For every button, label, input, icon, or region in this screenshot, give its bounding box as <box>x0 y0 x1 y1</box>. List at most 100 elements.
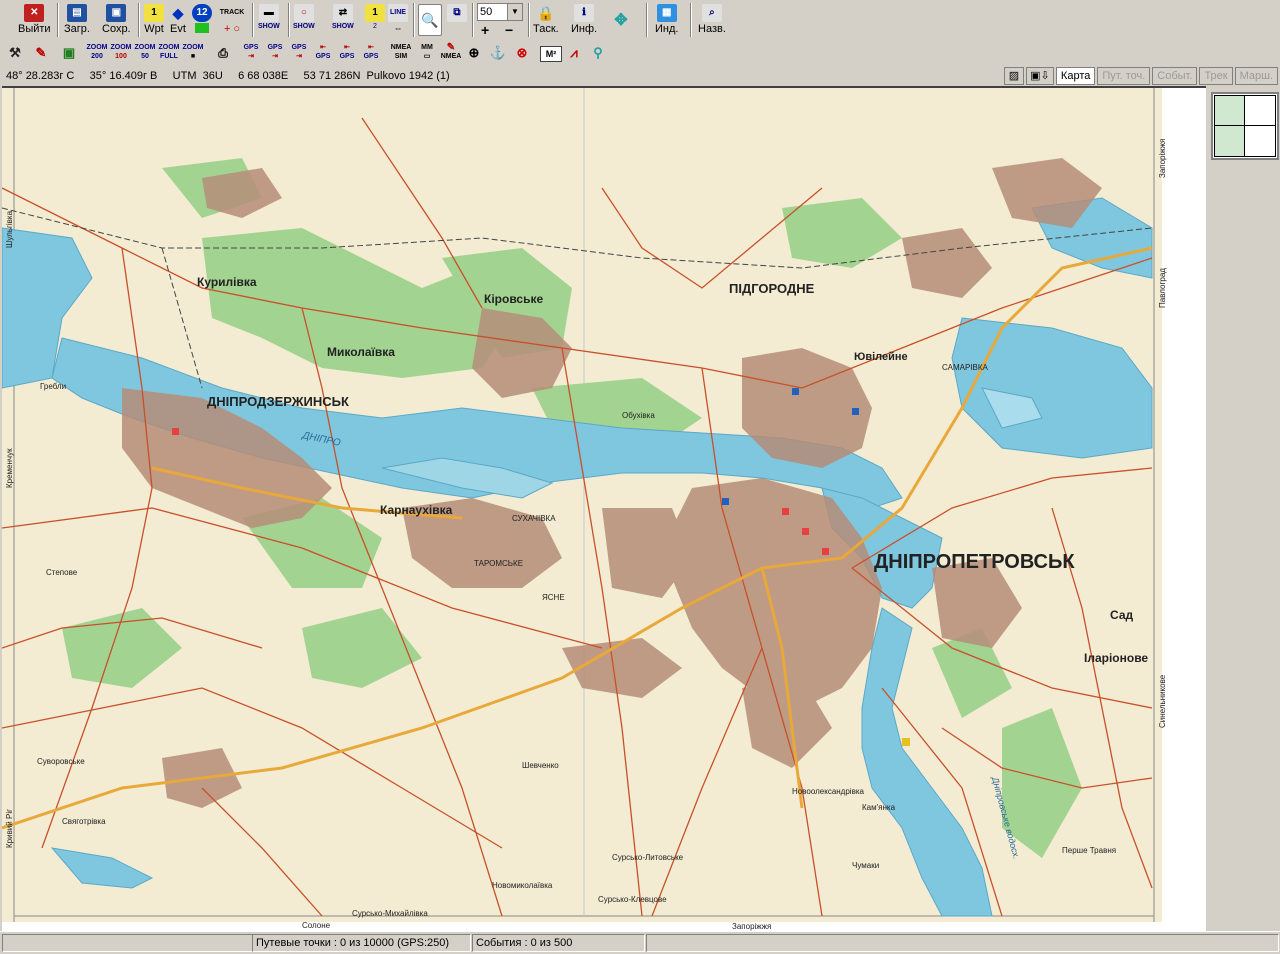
map-view[interactable]: ДНІПРОПЕТРОВСЬК ДНІПРОДЗЕРЖИНСЬК ПІДГОРО… <box>2 86 1206 933</box>
tab-track[interactable]: Трек <box>1199 67 1233 85</box>
zoom-50-button[interactable]: ZOOM 50 <box>134 43 156 63</box>
window-button[interactable]: ⧉ <box>447 2 467 38</box>
route-button[interactable]: 12 <box>192 2 212 38</box>
label-synelnykove: Синельникове <box>1158 674 1167 728</box>
load-button[interactable]: ▤ Загр. <box>64 2 90 38</box>
tab-waypoints[interactable]: Пут. точ. <box>1097 67 1151 85</box>
nmea-button[interactable]: ✎ NMEA <box>440 43 462 63</box>
gps-button-5[interactable]: ⇤ GPS <box>336 43 358 63</box>
zoom-select[interactable]: 50 ▼ <box>477 3 523 21</box>
label-novomykolaivka: Новомиколаївка <box>492 881 553 890</box>
overview-cell[interactable] <box>1244 95 1276 126</box>
gps-button-2[interactable]: GPS ⇥ <box>264 43 286 63</box>
mm-button[interactable]: MM ▭ <box>416 43 438 63</box>
overview-minimap[interactable] <box>1211 92 1279 160</box>
print-icon[interactable]: ▣ <box>58 43 80 63</box>
anchor-icon[interactable]: ⚓ <box>488 43 508 63</box>
circle-icon: ○ <box>293 4 314 22</box>
pan-button[interactable]: ✥ <box>603 2 639 38</box>
separator <box>472 3 474 37</box>
hospital-icon <box>802 528 809 535</box>
zoom-tool-button[interactable]: 🔍 <box>418 2 442 38</box>
tab-events[interactable]: Событ. <box>1152 67 1198 85</box>
points-show-button[interactable]: ○ SHOW <box>293 2 315 38</box>
airport-icon <box>902 738 910 746</box>
status-extra-panel <box>646 934 1279 952</box>
gps-arrow-icon: ⇤ <box>368 44 374 51</box>
gps-button-3[interactable]: GPS ⇥ <box>288 43 310 63</box>
line-button[interactable]: 1 2 <box>365 2 385 38</box>
gps-button-1[interactable]: GPS ⇥ <box>240 43 262 63</box>
print-preview-icon[interactable]: ⎙ <box>212 43 234 63</box>
coordinate-bar: 48° 28.283г С 35° 16.409г В UTM 36U 6 68… <box>0 66 1280 86</box>
route-show-button[interactable]: ⇄ SHOW <box>332 2 354 38</box>
name-button[interactable]: ⌕ Назв. <box>698 2 726 38</box>
nmea-sim-button[interactable]: NMEA SIM <box>388 43 414 63</box>
line-mode-button[interactable]: LINE ⇔ <box>388 2 408 38</box>
gps-button-4[interactable]: ⇤ GPS <box>312 43 334 63</box>
label-pavlohrad: Павлоград <box>1158 268 1167 308</box>
lock-icon: 🔒 <box>537 5 555 21</box>
label-shulhivka: Шульгівка <box>5 210 14 248</box>
label-pidhorodne: ПІДГОРОДНЕ <box>729 281 815 296</box>
zoom-custom-button[interactable]: ZOOM ■ <box>182 43 204 63</box>
overview-cell[interactable] <box>1244 125 1276 157</box>
parking-icon <box>792 388 799 395</box>
crosshair-icon[interactable]: ⊕ <box>464 43 484 63</box>
zoom-100-button[interactable]: ZOOM 100 <box>110 43 132 63</box>
area-icon[interactable]: M² <box>540 46 562 62</box>
label-kremenchuk: Кременчук <box>5 448 14 488</box>
easting: 6 68 038E <box>238 70 289 82</box>
track-show-button[interactable]: ▬ SHOW <box>258 2 280 38</box>
label-zaporizhzhia-right: Запоріжжя <box>1158 139 1167 178</box>
gps-button-6[interactable]: ⇤ GPS <box>360 43 382 63</box>
tab-route[interactable]: Марш. <box>1234 67 1278 85</box>
exit-button[interactable]: ✕ Выйти <box>18 2 51 38</box>
label-sursko-lytovske: Сурсько-Литовське <box>612 853 684 862</box>
signal-icon[interactable]: ⚲ <box>588 43 608 63</box>
label-dniprodzerzhynsk: ДНІПРОДЗЕРЖИНСЬК <box>207 394 349 409</box>
label-kryvyi-rih: Кривий Ріг <box>5 809 14 848</box>
datum: Pulkovo 1942 (1) <box>366 70 450 82</box>
separator <box>288 3 290 37</box>
zoom-full-button[interactable]: ZOOM FULL <box>158 43 180 63</box>
overview-cell[interactable] <box>1214 95 1245 126</box>
save-button[interactable]: ▣ Сохр. <box>102 2 131 38</box>
stop-icon[interactable]: ⊗ <box>512 43 532 63</box>
label-hrebli: Гребли <box>40 382 66 391</box>
image-icon[interactable]: ▨ <box>1003 67 1024 85</box>
separator <box>690 3 692 37</box>
status-events: События : 0 из 500 <box>472 934 645 952</box>
track-button[interactable]: TRACK + ○ <box>219 2 245 38</box>
chevron-down-icon[interactable]: ▼ <box>507 4 522 20</box>
profile-icon[interactable]: ⩘ <box>564 43 584 63</box>
erase-tool-icon[interactable]: ✎ <box>30 43 52 63</box>
save-disk-icon[interactable]: ▣⇩ <box>1025 67 1054 85</box>
label-novooleksandrivka: Новоолександрівка <box>792 787 865 796</box>
label-kirovske: Кіровське <box>484 292 543 306</box>
info-button[interactable]: ℹ Инф. <box>571 2 597 38</box>
map-canvas[interactable]: ДНІПРОПЕТРОВСЬК ДНІПРОДЗЕРЖИНСЬК ПІДГОРО… <box>2 88 1206 933</box>
longitude: 35° 16.409г В <box>89 70 158 82</box>
zoom-square-icon: ■ <box>190 53 196 60</box>
gps-arrow-icon: ⇥ <box>296 53 302 60</box>
diamond-icon: ◆ <box>172 5 184 21</box>
zoom-in-icon[interactable]: + <box>481 22 489 38</box>
ruler-tool-icon[interactable]: ⚒ <box>4 43 26 63</box>
map-margin <box>1162 88 1206 933</box>
tab-map[interactable]: Карта <box>1055 67 1096 85</box>
gps-arrow-icon: ⇤ <box>320 44 326 51</box>
overview-cell[interactable] <box>1214 125 1245 157</box>
exit-icon: ✕ <box>24 4 45 22</box>
label-kamianka: Кам'янка <box>862 803 896 812</box>
event-button[interactable]: ◆ Evt <box>168 2 188 38</box>
line-2-icon: 2 <box>373 23 377 30</box>
task-button[interactable]: 🔒 Таск. <box>533 2 559 38</box>
zoom-200-button[interactable]: ZOOM 200 <box>86 43 108 63</box>
label-zaporizhzhia-bottom: Запоріжжя <box>732 922 771 931</box>
waypoint-button[interactable]: 1 Wpt <box>144 2 164 38</box>
number-12-icon: 12 <box>192 4 212 22</box>
status-waypoints: Путевые точки : 0 из 10000 (GPS:250) <box>252 934 471 952</box>
zoom-out-icon[interactable]: − <box>505 22 513 38</box>
ind-button[interactable]: ▦ Инд. <box>655 2 678 38</box>
